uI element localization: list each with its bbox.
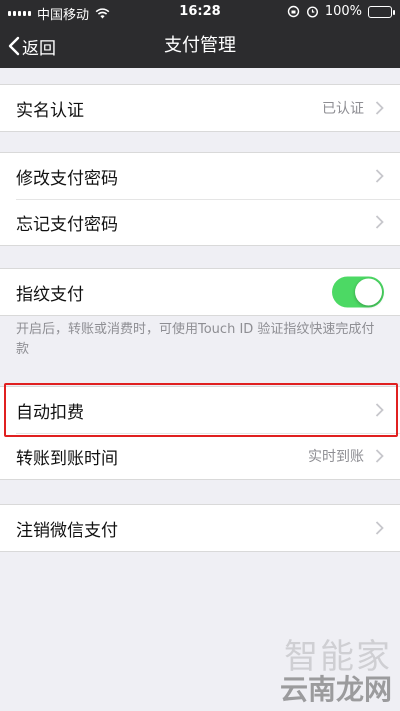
watermark-top: 智能家 bbox=[284, 637, 392, 677]
forgot-password-label: 忘记支付密码 bbox=[16, 214, 118, 235]
cancel-wechat-pay-row[interactable]: 注销微信支付 bbox=[0, 505, 400, 551]
realname-label: 实名认证 bbox=[16, 100, 84, 121]
auto-deduct-row[interactable]: 自动扣费 bbox=[0, 387, 400, 433]
chevron-right-icon bbox=[375, 449, 384, 463]
transfer-time-row[interactable]: 转账到账时间 实时到账 bbox=[0, 433, 400, 479]
chevron-right-icon bbox=[375, 403, 384, 417]
chevron-right-icon bbox=[375, 169, 384, 183]
chevron-right-icon bbox=[375, 521, 384, 535]
auto-deduct-label: 自动扣费 bbox=[16, 402, 84, 423]
transfer-time-label: 转账到账时间 bbox=[16, 448, 118, 469]
fingerprint-row: 指纹支付 bbox=[0, 269, 400, 315]
fingerprint-note: 开启后，转账或消费时，可使用Touch ID 验证指纹快速完成付款 bbox=[16, 322, 375, 357]
watermark: 智能家 云南龙网 bbox=[280, 639, 392, 705]
fingerprint-label: 指纹支付 bbox=[16, 284, 84, 305]
transfer-time-value: 实时到账 bbox=[308, 449, 364, 465]
battery-icon bbox=[368, 5, 395, 18]
cancel-wechat-pay-label: 注销微信支付 bbox=[16, 520, 118, 541]
nav-bar: 返回 支付管理 bbox=[0, 24, 400, 68]
group-fingerprint: 指纹支付 bbox=[0, 268, 400, 316]
rotation-lock-icon bbox=[287, 5, 300, 18]
status-right: 100% bbox=[287, 4, 395, 19]
group-realname: 实名认证 已认证 bbox=[0, 84, 400, 132]
battery-percent: 100% bbox=[324, 4, 362, 19]
change-password-label: 修改支付密码 bbox=[16, 168, 118, 189]
chevron-right-icon bbox=[375, 101, 384, 115]
forgot-password-row[interactable]: 忘记支付密码 bbox=[0, 199, 400, 245]
chevron-right-icon bbox=[375, 215, 384, 229]
group-password: 修改支付密码 忘记支付密码 bbox=[0, 152, 400, 246]
realname-status: 已认证 bbox=[322, 101, 364, 117]
watermark-bottom: 云南龙网 bbox=[279, 673, 392, 706]
page-title: 支付管理 bbox=[164, 35, 236, 56]
status-bar: 中国移动 16:28 100% bbox=[0, 0, 400, 24]
toggle-knob bbox=[355, 278, 382, 306]
group-cancel: 注销微信支付 bbox=[0, 504, 400, 552]
fingerprint-toggle[interactable] bbox=[332, 276, 384, 308]
change-password-row[interactable]: 修改支付密码 bbox=[0, 153, 400, 199]
alarm-icon bbox=[306, 6, 318, 18]
realname-row[interactable]: 实名认证 已认证 bbox=[0, 85, 400, 131]
group-transfer: 自动扣费 转账到账时间 实时到账 bbox=[0, 386, 400, 480]
